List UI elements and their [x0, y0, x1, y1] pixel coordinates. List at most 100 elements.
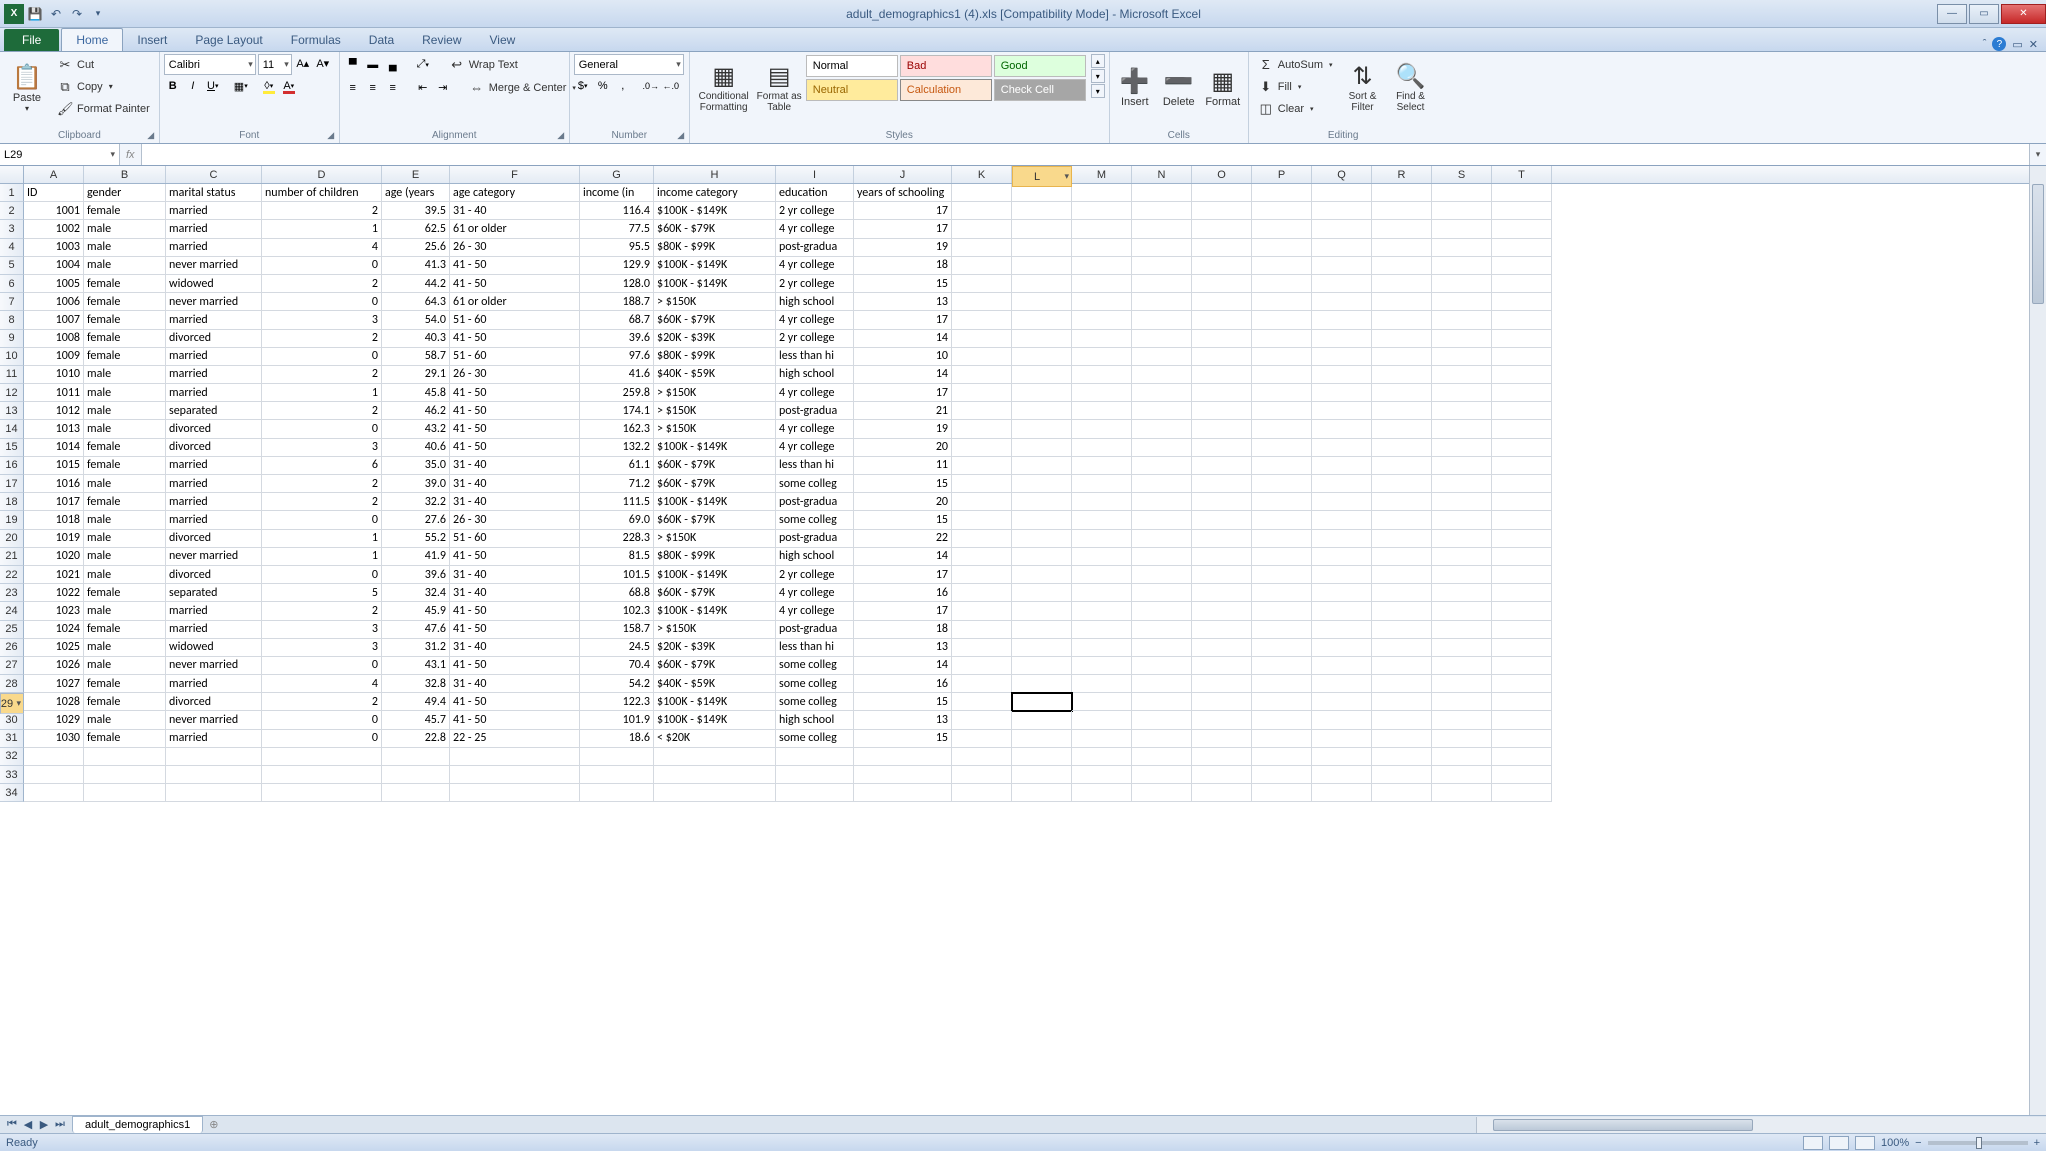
cell[interactable] [1192, 493, 1252, 511]
cell[interactable] [1072, 693, 1132, 711]
cell[interactable] [1372, 730, 1432, 748]
cell[interactable] [1192, 184, 1252, 202]
bold-button[interactable]: B [164, 77, 182, 95]
cell[interactable] [776, 784, 854, 802]
align-left-button[interactable]: ≡ [344, 79, 362, 97]
cell[interactable] [1372, 275, 1432, 293]
cell[interactable] [1012, 475, 1072, 493]
cell[interactable]: married [166, 511, 262, 529]
cell[interactable]: 1011 [24, 384, 84, 402]
cell[interactable] [1252, 511, 1312, 529]
cell[interactable]: 15 [854, 511, 952, 529]
cell[interactable]: divorced [166, 530, 262, 548]
cell[interactable] [952, 584, 1012, 602]
cell[interactable]: male [84, 475, 166, 493]
cell[interactable] [1432, 384, 1492, 402]
cell[interactable]: $60K - $79K [654, 311, 776, 329]
cell[interactable] [1192, 675, 1252, 693]
cell[interactable]: post-gradua [776, 402, 854, 420]
cell[interactable]: 0 [262, 657, 382, 675]
cell[interactable] [580, 748, 654, 766]
cell[interactable]: > $150K [654, 530, 776, 548]
cell[interactable]: 58.7 [382, 348, 450, 366]
cell[interactable] [1192, 475, 1252, 493]
cell[interactable] [1432, 693, 1492, 711]
cell[interactable] [1432, 202, 1492, 220]
align-middle-button[interactable]: ▬ [364, 56, 382, 74]
cut-button[interactable]: ✂Cut [52, 54, 155, 75]
cell[interactable]: education [776, 184, 854, 202]
cell[interactable] [1372, 493, 1432, 511]
cell[interactable]: 2 [262, 202, 382, 220]
cell[interactable] [952, 475, 1012, 493]
cell[interactable] [1132, 530, 1192, 548]
cell[interactable] [1432, 420, 1492, 438]
cell[interactable] [1432, 257, 1492, 275]
cell[interactable] [1432, 530, 1492, 548]
zoom-slider[interactable] [1928, 1141, 2028, 1145]
find-select-button[interactable]: 🔍Find & Select [1388, 54, 1434, 120]
cell[interactable] [1432, 475, 1492, 493]
cell[interactable]: 40.3 [382, 330, 450, 348]
cell[interactable] [1012, 602, 1072, 620]
style-normal[interactable]: Normal [806, 55, 898, 77]
cell[interactable] [1492, 530, 1552, 548]
cell[interactable] [1132, 220, 1192, 238]
cell[interactable]: married [166, 202, 262, 220]
orientation-button[interactable]: ⤢▾ [414, 56, 432, 74]
cell[interactable] [1492, 202, 1552, 220]
cell[interactable]: 22.8 [382, 730, 450, 748]
cell[interactable]: 0 [262, 348, 382, 366]
cell[interactable]: 0 [262, 293, 382, 311]
cell[interactable] [1192, 730, 1252, 748]
cell[interactable]: ID [24, 184, 84, 202]
cell[interactable] [1432, 439, 1492, 457]
formula-expand[interactable]: ▾ [2029, 144, 2046, 165]
cell[interactable]: 2 [262, 275, 382, 293]
cell[interactable] [1012, 384, 1072, 402]
cell[interactable]: post-gradua [776, 493, 854, 511]
increase-decimal-button[interactable]: .0→ [642, 77, 660, 95]
cell[interactable]: married [166, 493, 262, 511]
cell[interactable]: > $150K [654, 402, 776, 420]
cell[interactable] [952, 184, 1012, 202]
cell[interactable] [1132, 584, 1192, 602]
cell[interactable] [1372, 784, 1432, 802]
cell[interactable] [1432, 239, 1492, 257]
cell[interactable]: 1030 [24, 730, 84, 748]
cell[interactable]: 4 yr college [776, 311, 854, 329]
tab-insert[interactable]: Insert [123, 29, 181, 51]
cell[interactable]: 0 [262, 566, 382, 584]
cell[interactable] [1012, 511, 1072, 529]
cell[interactable] [1192, 439, 1252, 457]
cell[interactable] [1132, 402, 1192, 420]
cell[interactable] [1192, 511, 1252, 529]
row-header[interactable]: 6 [0, 275, 24, 293]
cell[interactable] [1372, 693, 1432, 711]
cell[interactable] [1252, 493, 1312, 511]
cell[interactable]: 2 [262, 402, 382, 420]
alignment-launcher[interactable]: ◢ [555, 129, 567, 141]
cell[interactable] [1072, 493, 1132, 511]
cell[interactable] [1432, 402, 1492, 420]
cell[interactable]: 31 - 40 [450, 566, 580, 584]
cell[interactable] [1312, 493, 1372, 511]
style-good[interactable]: Good [994, 55, 1086, 77]
row-header[interactable]: 18 [0, 493, 24, 511]
cell[interactable] [1132, 730, 1192, 748]
cell[interactable] [854, 784, 952, 802]
col-header-Q[interactable]: Q [1312, 166, 1372, 183]
cell[interactable]: $20K - $39K [654, 330, 776, 348]
cell[interactable]: 17 [854, 602, 952, 620]
cell[interactable]: 31 - 40 [450, 202, 580, 220]
workbook-close-icon[interactable]: ✕ [2029, 38, 2038, 51]
col-header-H[interactable]: H [654, 166, 776, 183]
cell[interactable] [1012, 548, 1072, 566]
cell[interactable] [1072, 402, 1132, 420]
cell[interactable]: 41 - 50 [450, 621, 580, 639]
cell[interactable]: some colleg [776, 511, 854, 529]
cell[interactable] [1252, 657, 1312, 675]
cell[interactable]: 2 yr college [776, 330, 854, 348]
cell[interactable]: female [84, 330, 166, 348]
row-header[interactable]: 33 [0, 766, 24, 784]
